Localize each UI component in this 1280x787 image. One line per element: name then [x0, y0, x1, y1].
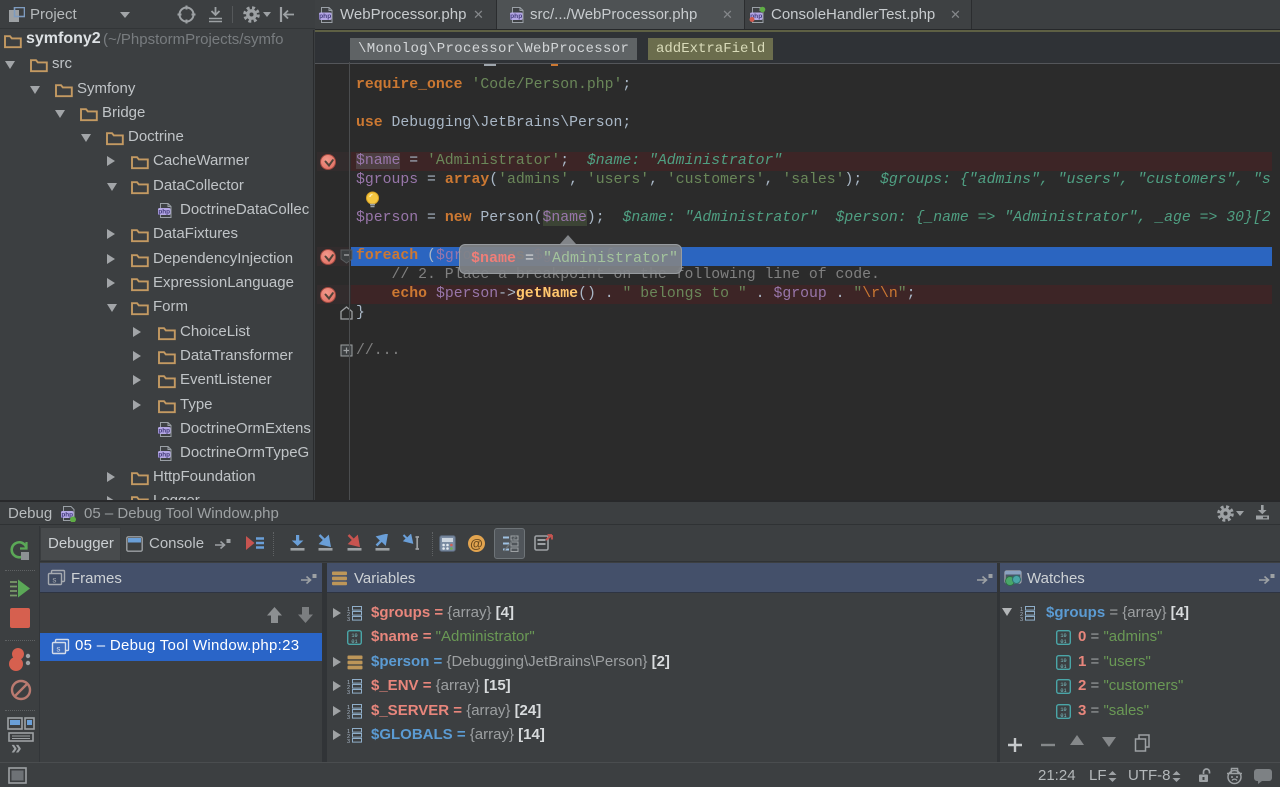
- svg-text:php: php: [158, 452, 170, 459]
- svg-text:01: 01: [351, 639, 357, 645]
- svg-text:3: 3: [347, 715, 350, 719]
- svg-text:3: 3: [347, 690, 350, 694]
- svg-text:3: 3: [347, 739, 350, 743]
- svg-text:3: 3: [347, 617, 350, 621]
- svg-text:01: 01: [1060, 713, 1066, 719]
- svg-text:3: 3: [1020, 617, 1023, 621]
- svg-text:01: 01: [1060, 688, 1066, 694]
- svg-text:s: s: [52, 577, 57, 586]
- svg-text:01: 01: [1060, 639, 1066, 645]
- svg-text:php: php: [158, 209, 170, 216]
- svg-text:01: 01: [1060, 664, 1066, 670]
- svg-text:s: s: [56, 646, 61, 655]
- svg-text:php: php: [510, 13, 522, 20]
- svg-text:php: php: [319, 13, 331, 20]
- svg-text:php: php: [158, 428, 170, 435]
